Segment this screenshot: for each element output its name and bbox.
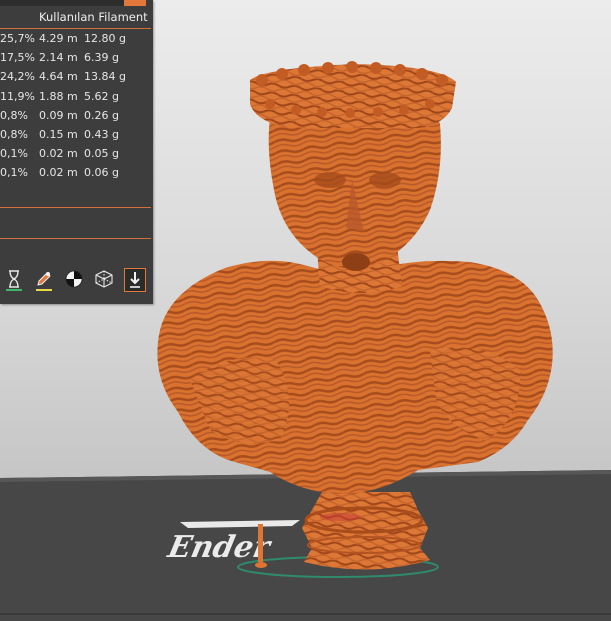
table-row: 0,1% 0.02 m 0.06 g xyxy=(0,166,153,185)
panel-accent-tab[interactable] xyxy=(124,0,146,6)
percent-cell: 0,8% xyxy=(0,127,28,141)
percent-cell: 24,2% xyxy=(0,70,35,84)
section-divider xyxy=(0,238,151,239)
weight-cell: 0.26 g xyxy=(84,108,119,122)
view-mode-toolbar xyxy=(0,265,153,295)
header-divider xyxy=(0,28,151,29)
table-row: 17,5% 2.14 m 6.39 g xyxy=(0,51,153,70)
length-cell: 0.02 m xyxy=(39,166,78,180)
column-header-filament-used: Kullanılan Filament xyxy=(39,10,148,24)
table-row: 11,9% 1.88 m 5.62 g xyxy=(0,90,153,109)
percent-cell: 25,7% xyxy=(0,32,35,45)
hourglass-icon[interactable] xyxy=(4,267,24,291)
weight-cell: 6.39 g xyxy=(84,51,119,65)
length-cell: 0.02 m xyxy=(39,147,78,161)
table-row: 0,8% 0.15 m 0.43 g xyxy=(0,128,153,147)
3d-viewport[interactable]: Ender Kullanılan Filament 25,7% 4.29 m 1… xyxy=(0,0,611,621)
wireframe-cube-icon[interactable] xyxy=(94,267,114,291)
panel-header-strip xyxy=(0,0,124,6)
export-down-arrow-icon[interactable] xyxy=(124,268,146,292)
percent-cell: 17,5% xyxy=(0,51,35,65)
table-row: 25,7% 4.29 m 12.80 g xyxy=(0,32,153,51)
table-row: 0,1% 0.02 m 0.05 g xyxy=(0,147,153,166)
percent-cell: 0,1% xyxy=(0,166,28,180)
percent-cell: 0,1% xyxy=(0,147,28,161)
table-row: 24,2% 4.64 m 13.84 g xyxy=(0,70,153,89)
weight-cell: 0.43 g xyxy=(84,127,119,141)
prime-tower xyxy=(258,524,263,562)
bed-surface xyxy=(0,470,611,621)
pen-edit-icon[interactable] xyxy=(34,267,54,291)
length-cell: 0.15 m xyxy=(39,127,78,141)
length-cell: 4.64 m xyxy=(39,70,78,84)
length-cell: 1.88 m xyxy=(39,89,78,103)
length-cell: 4.29 m xyxy=(39,32,78,45)
weight-cell: 12.80 g xyxy=(84,32,126,45)
weight-cell: 5.62 g xyxy=(84,89,119,103)
length-cell: 0.09 m xyxy=(39,108,78,122)
table-row: 0,8% 0.09 m 0.26 g xyxy=(0,109,153,128)
percent-cell: 11,9% xyxy=(0,89,35,103)
length-cell: 2.14 m xyxy=(39,51,78,65)
percent-cell: 0,8% xyxy=(0,108,28,122)
weight-cell: 0.06 g xyxy=(84,166,119,180)
color-wheel-icon[interactable] xyxy=(64,267,84,291)
weight-cell: 0.05 g xyxy=(84,147,119,161)
section-divider xyxy=(0,207,151,208)
print-statistics-panel: Kullanılan Filament 25,7% 4.29 m 12.80 g… xyxy=(0,0,153,304)
filament-usage-table: 25,7% 4.29 m 12.80 g 17,5% 2.14 m 6.39 g… xyxy=(0,32,153,186)
weight-cell: 13.84 g xyxy=(84,70,126,84)
